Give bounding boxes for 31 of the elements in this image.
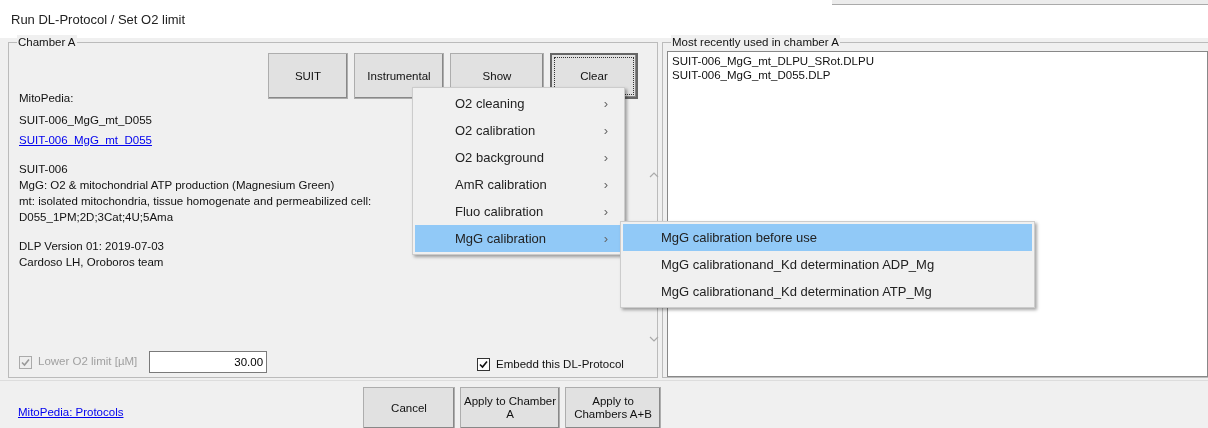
version-line: DLP Version 01: 2019-07-03 xyxy=(19,239,165,255)
checkbox-label: Embedd this DL-Protocol xyxy=(496,357,624,372)
recent-item[interactable]: SUIT-006_MgG_mt_D055.DLP xyxy=(672,68,1203,82)
toolbar-button[interactable]: Instrumental xyxy=(354,53,444,99)
dialog-button[interactable]: Cancel xyxy=(363,387,455,428)
menu-item[interactable]: O2 calibration › xyxy=(415,117,622,144)
checkbox[interactable] xyxy=(477,358,490,372)
toolbar-button[interactable]: SUIT xyxy=(268,53,348,99)
dialog-button[interactable]: Apply to Chamber A xyxy=(460,387,560,428)
recent-item[interactable]: SUIT-006_MgG_mt_DLPU_SRot.DLPU xyxy=(672,54,1203,68)
dialog-button[interactable]: Apply to Chambers A+B xyxy=(565,387,661,428)
menu-item[interactable]: O2 background › xyxy=(415,144,622,171)
description-line: MgG: O2 & mitochondrial ATP production (Magnesium Green) xyxy=(19,178,336,194)
field-label: MitoPedia: xyxy=(19,91,75,106)
protocol-name: SUIT-006_MgG_mt_D055 xyxy=(19,113,153,128)
description-line: mt: isolated mitochondria, tissue homogenate and permeabilized cell: xyxy=(19,194,372,210)
protocol-link[interactable]: SUIT-006_MgG_mt_D055 xyxy=(19,134,152,146)
protocols-link[interactable]: MitoPedia: Protocols xyxy=(18,404,124,422)
menu-item[interactable]: MgG calibrationand_Kd determination ADP_Mg xyxy=(623,251,1032,278)
group-title: Most recently used in chamber A xyxy=(671,35,840,49)
version-line: Cardoso LH, Oroboros team xyxy=(19,255,165,271)
menu-item[interactable]: MgG calibrationand_Kd determination ATP_Mg xyxy=(623,278,1032,305)
menu-item[interactable]: MgG calibration › xyxy=(415,225,622,252)
menu-item[interactable]: Fluo calibration › xyxy=(415,198,622,225)
menu-item[interactable]: AmR calibration › xyxy=(415,171,622,198)
checkbox-label: Lower O2 limit [µM] xyxy=(38,354,138,370)
description-line: D055_1PM;2D;3Cat;4U;5Ama xyxy=(19,210,175,226)
menu-item[interactable]: MgG calibration before use xyxy=(623,224,1032,251)
window-title: Run DL-Protocol / Set O2 limit xyxy=(11,11,186,29)
group-title: Chamber A xyxy=(17,35,77,49)
description-line: SUIT-006 xyxy=(19,162,69,178)
